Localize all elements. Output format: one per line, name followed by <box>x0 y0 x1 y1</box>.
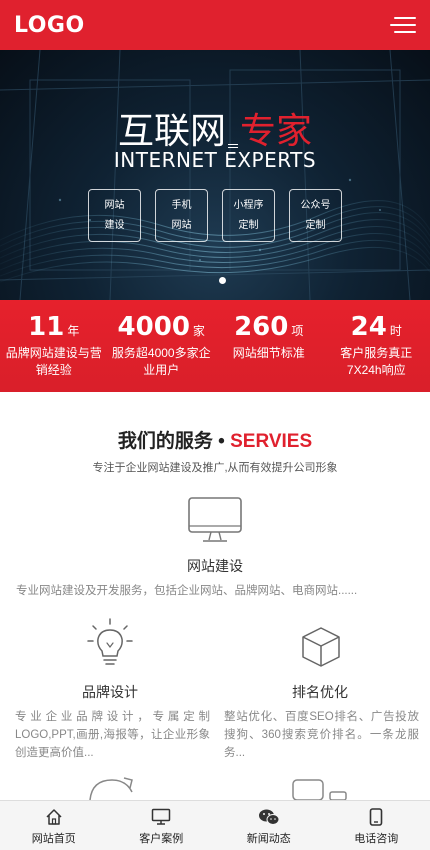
banner-background <box>0 50 430 300</box>
services-title-dot: • <box>218 431 225 452</box>
bottom-nav: 网站首页 客户案例 新闻动态 电话咨询 <box>0 800 430 850</box>
banner-box-official-account[interactable]: 公众号 定制 <box>289 189 342 242</box>
hero-banner[interactable]: 互联网 专家 INTERNET EXPERTS 网站 建设 手机 网站 小程序 定… <box>0 50 430 300</box>
nav-home[interactable]: 网站首页 <box>0 801 108 850</box>
top-bar: LOGO <box>0 0 430 50</box>
stats-strip: 11 年 品牌网站建设与营销经验 4000 家 服务超4000多家企业用户 260 项… <box>0 300 430 392</box>
service-desc-website: 专业网站建设及开发服务，包括企业网站、品牌网站、电商网站...... <box>16 585 358 597</box>
banner-subtitle: INTERNET EXPERTS <box>113 148 317 172</box>
stat-number: 4000 <box>117 312 190 342</box>
nav-cases-label: 客户案例 <box>139 833 184 845</box>
monitor-icon <box>152 808 171 825</box>
refresh-icon <box>89 777 133 800</box>
hamburger-menu-icon[interactable] <box>390 15 416 35</box>
nav-news[interactable]: 新闻动态 <box>215 801 323 850</box>
services-subtitle: 专注于企业网站建设及推广,从而有效提升公司形象 <box>92 462 338 474</box>
banner-title-accent: 专家 <box>240 111 313 152</box>
nav-phone-label: 电话咨询 <box>354 833 399 845</box>
banner-box-line2: 定制 <box>238 219 259 231</box>
banner-box-mobile[interactable]: 手机 网站 <box>155 189 208 242</box>
service-name-brand[interactable]: 品牌设计 <box>0 682 220 702</box>
nav-news-label: 新闻动态 <box>246 833 291 845</box>
service-name-seo[interactable]: 排名优化 <box>210 682 430 702</box>
stat-unit: 时 <box>389 324 402 338</box>
banner-box-line1: 公众号 <box>300 199 331 211</box>
carousel-dot-active[interactable] <box>219 277 226 284</box>
banner-box-line2: 定制 <box>305 219 326 231</box>
service-desc-seo: 整站优化、百度SEO排名、广告投放搜狗、360搜索竞价排名。一条龙服务... <box>224 711 419 759</box>
nav-phone[interactable]: 电话咨询 <box>323 801 430 850</box>
logo[interactable]: LOGO <box>14 13 85 38</box>
banner-box-miniprogram[interactable]: 小程序 定制 <box>222 189 275 242</box>
phone-icon <box>369 808 383 826</box>
stat-item: 11 年 品牌网站建设与营销经验 <box>0 300 108 392</box>
stat-item: 24 时 客户服务真正7X24h响应 <box>323 300 430 392</box>
service-name-website[interactable]: 网站建设 <box>0 556 430 576</box>
stat-number: 24 <box>350 312 387 342</box>
stat-unit: 家 <box>192 324 205 338</box>
lightbulb-icon[interactable] <box>85 617 135 669</box>
banner-title: 互联网 专家 <box>0 102 430 154</box>
banner-feature-boxes: 网站 建设 手机 网站 小程序 定制 公众号 定制 <box>88 189 342 242</box>
stat-number: 260 <box>234 312 289 342</box>
banner-box-line1: 小程序 <box>233 199 264 211</box>
stat-number: 11 <box>28 312 65 342</box>
services-title-en: SERVIES <box>230 431 313 452</box>
banner-box-website[interactable]: 网站 建设 <box>88 189 141 242</box>
stat-item: 260 项 网站细节标准 <box>215 300 323 392</box>
home-icon <box>46 809 62 825</box>
stat-desc: 品牌网站建设与营销经验 <box>5 346 102 377</box>
stat-unit: 年 <box>67 324 80 338</box>
stat-desc: 服务超4000多家企业用户 <box>111 346 211 377</box>
wechat-icon <box>258 809 280 825</box>
banner-box-line2: 网站 <box>171 219 192 231</box>
nav-cases[interactable]: 客户案例 <box>108 801 216 850</box>
stat-desc: 网站细节标准 <box>232 346 305 360</box>
stat-unit: 项 <box>291 324 304 338</box>
stat-desc: 客户服务真正7X24h响应 <box>340 346 413 377</box>
services-title: 我们的服务 • SERVIES <box>0 426 430 453</box>
banner-box-line1: 手机 <box>171 199 192 211</box>
banner-box-line2: 建设 <box>104 219 125 231</box>
banner-box-line1: 网站 <box>104 199 125 211</box>
nav-home-label: 网站首页 <box>31 833 76 845</box>
stat-item: 4000 家 服务超4000多家企业用户 <box>108 300 216 392</box>
cube-icon[interactable] <box>298 624 344 670</box>
service-desc-brand: 专业企业品牌设计，专属定制LOGO,PPT,画册,海报等，让企业形象创造更高价值… <box>15 711 210 759</box>
banner-title-main: 互联网 <box>117 111 226 152</box>
devices-icon <box>292 779 347 800</box>
services-title-cn: 我们的服务 <box>117 431 213 452</box>
monitor-icon[interactable] <box>187 496 243 546</box>
